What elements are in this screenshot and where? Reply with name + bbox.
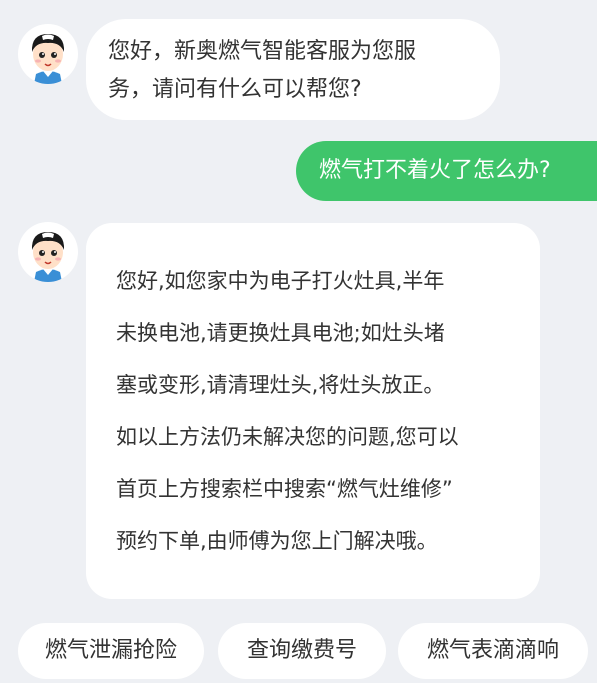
quick-reply-gas-meter-beeping[interactable]: 燃气表滴滴响 [398, 623, 588, 679]
bot-answer-line: 塞或变形,请清理灶头,将灶头放正。 [116, 373, 445, 397]
quick-reply-query-payment-number[interactable]: 查询缴费号 [218, 623, 386, 679]
bot-greeting-line: 务，请问有什么可以帮您? [108, 77, 362, 102]
quick-reply-gas-leak-emergency[interactable]: 燃气泄漏抢险 [18, 623, 204, 679]
bot-answer-line: 首页上方搜索栏中搜索“燃气灶维修” [116, 477, 453, 501]
customer-service-agent-icon [31, 34, 65, 84]
customer-service-agent-icon [31, 232, 65, 282]
bot-greeting-bubble: 您好，新奥燃气智能客服为您服 务，请问有什么可以帮您? [86, 19, 500, 120]
bot-answer-bubble: 您好,如您家中为电子打火灶具,半年 未换电池,请更换灶具电池;如灶头堵 塞或变形… [86, 223, 540, 599]
bot-greeting-line: 您好，新奥燃气智能客服为您服 [108, 39, 417, 64]
quick-reply-bar: 燃气泄漏抢险 查询缴费号 燃气表滴滴响 [0, 623, 597, 683]
bot-answer-line: 如以上方法仍未解决您的问题,您可以 [116, 425, 459, 449]
bot-avatar [18, 222, 78, 282]
bot-avatar [18, 24, 78, 84]
user-question-bubble: 燃气打不着火了怎么办? [296, 141, 597, 201]
bot-answer-line: 未换电池,请更换灶具电池;如灶头堵 [116, 321, 445, 345]
bot-answer-line: 预约下单,由师傅为您上门解决哦。 [116, 529, 438, 553]
user-question-text: 燃气打不着火了怎么办? [319, 158, 551, 183]
bot-answer-line: 您好,如您家中为电子打火灶具,半年 [116, 269, 445, 293]
